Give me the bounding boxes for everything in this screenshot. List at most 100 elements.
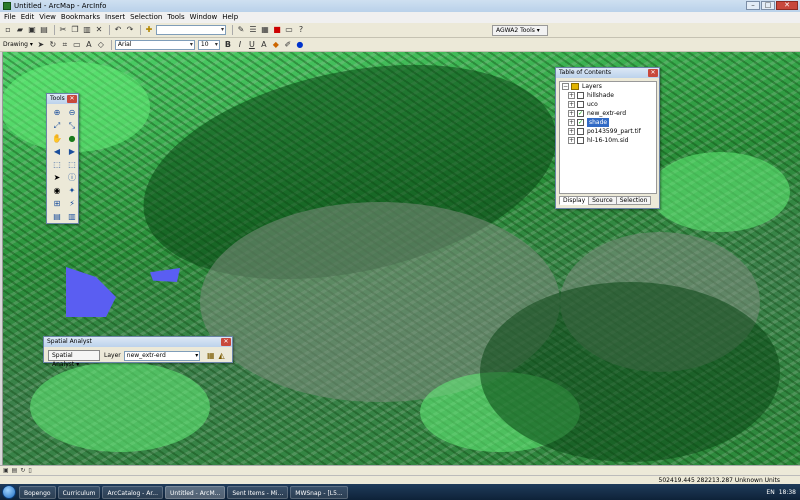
time-slider-icon[interactable]: ▥ [66, 211, 78, 222]
pan-icon[interactable]: ✋ [51, 133, 63, 144]
layer-visibility-checkbox[interactable] [577, 101, 584, 108]
expand-icon[interactable]: + [568, 92, 575, 99]
tab-display[interactable]: Display [559, 196, 590, 205]
toc-layer-row[interactable]: + hl-16-10m.sid [560, 136, 656, 145]
open-folder-icon[interactable]: ▰ [15, 25, 25, 35]
line-color-icon[interactable]: ✐ [283, 40, 293, 50]
tab-source[interactable]: Source [588, 196, 617, 205]
full-extent-icon[interactable]: ● [66, 133, 78, 144]
help-icon[interactable]: ? [296, 25, 306, 35]
copy-icon[interactable]: ❐ [70, 25, 80, 35]
clock[interactable]: 18:38 [779, 489, 796, 496]
start-button[interactable] [2, 485, 16, 499]
tools-close-button[interactable]: ✕ [67, 95, 77, 103]
html-popup-icon[interactable]: ▤ [51, 211, 63, 222]
spatial-analyst-close-button[interactable]: ✕ [221, 338, 231, 346]
paste-icon[interactable]: ▥ [82, 25, 92, 35]
map-display[interactable] [0, 52, 800, 465]
select-features-icon[interactable]: ⬚ [51, 159, 63, 170]
previous-extent-icon[interactable]: ◀ [51, 146, 63, 157]
new-document-icon[interactable]: ▫ [3, 25, 13, 35]
font-name-combo[interactable]: Arial [114, 39, 195, 50]
rectangle-icon[interactable]: ▭ [72, 40, 82, 50]
font-size-combo[interactable]: 10 [197, 39, 220, 50]
arctoolbox-icon[interactable]: ■ [272, 25, 282, 35]
select-elements-icon[interactable]: ➤ [51, 172, 63, 183]
expand-icon[interactable]: + [568, 110, 575, 117]
layer-visibility-checkbox[interactable] [577, 92, 584, 99]
tab-selection[interactable]: Selection [615, 196, 652, 205]
toc-layer-row[interactable]: + hillshade [560, 91, 656, 100]
minimize-button[interactable]: – [746, 1, 760, 10]
marker-color-icon[interactable]: ● [295, 40, 305, 50]
layer-visibility-checkbox[interactable]: ✓ [577, 110, 584, 117]
task-sent-items[interactable]: Sent Items - Mi... [227, 485, 289, 499]
layer-visibility-checkbox[interactable]: ✓ [577, 119, 584, 126]
redo-icon[interactable]: ↷ [125, 25, 135, 35]
toc-root-row[interactable]: − Layers [560, 82, 656, 91]
editor-toolbar-icon[interactable]: ✎ [236, 25, 246, 35]
fixed-zoom-in-icon[interactable]: ⤢ [51, 120, 63, 131]
measure-icon[interactable]: ⊞ [51, 198, 63, 209]
command-line-icon[interactable]: ▭ [284, 25, 294, 35]
menu-selection[interactable]: Selection [130, 12, 162, 23]
task-arccatalog[interactable]: ArcCatalog - Ar... [102, 485, 163, 499]
map-scale-combo[interactable] [156, 25, 226, 35]
language-indicator[interactable]: EN [766, 489, 774, 496]
task-mwsnap[interactable]: MWSnap - [L5... [290, 485, 348, 499]
menu-edit[interactable]: Edit [21, 12, 35, 23]
toc-close-button[interactable]: ✕ [648, 69, 658, 77]
zoom-in-icon[interactable]: ⊕ [51, 107, 63, 118]
layer-select[interactable]: new_extr-erd [123, 350, 201, 361]
select-elements-icon[interactable]: ➤ [36, 40, 46, 50]
spatial-analyst-menu[interactable]: Spatial Analyst ▾ [48, 350, 101, 368]
menu-window[interactable]: Window [190, 12, 218, 23]
create-contour-icon[interactable]: ◭ [217, 351, 226, 361]
add-data-icon[interactable]: ✚ [144, 25, 154, 35]
table-of-contents-icon[interactable]: ☰ [248, 25, 258, 35]
expand-icon[interactable]: + [568, 128, 575, 135]
fixed-zoom-out-icon[interactable]: ⤡ [66, 120, 78, 131]
expand-icon[interactable]: + [568, 137, 575, 144]
agwa2-tools-menu[interactable]: AGWA2 Tools ▾ [492, 25, 548, 36]
task-curriculum[interactable]: Curriculum [57, 485, 101, 499]
menu-file[interactable]: File [4, 12, 16, 23]
menu-bookmarks[interactable]: Bookmarks [61, 12, 100, 23]
save-icon[interactable]: ▣ [27, 25, 37, 35]
maximize-button[interactable]: □ [761, 1, 775, 10]
arccatalog-icon[interactable]: ▦ [260, 25, 270, 35]
layout-view-icon[interactable]: ▤ [12, 467, 18, 474]
edit-vertices-icon[interactable]: ◇ [96, 40, 106, 50]
zoom-to-selected-icon[interactable]: ⌗ [60, 40, 70, 50]
identify-icon[interactable]: ⓘ [66, 172, 78, 183]
italic-button[interactable]: I [235, 40, 245, 50]
data-view-icon[interactable]: ▣ [3, 467, 9, 474]
bold-button[interactable]: B [223, 40, 233, 50]
clear-selection-icon[interactable]: ⬚ [66, 159, 78, 170]
refresh-icon[interactable]: ↻ [20, 467, 25, 474]
delete-icon[interactable]: ✕ [94, 25, 104, 35]
expand-icon[interactable]: + [568, 101, 575, 108]
menu-view[interactable]: View [39, 12, 56, 23]
go-to-xy-icon[interactable]: ✦ [66, 185, 78, 196]
fill-color-icon[interactable]: ◆ [271, 40, 281, 50]
collapse-icon[interactable]: − [562, 83, 569, 90]
toc-layer-row[interactable]: + ✓ new_extr-erd [560, 109, 656, 118]
histogram-icon[interactable]: ▦ [206, 351, 215, 361]
toc-layer-row[interactable]: + ✓ shade [560, 118, 656, 127]
font-color-button[interactable]: A [259, 40, 269, 50]
text-icon[interactable]: A [84, 40, 94, 50]
zoom-out-icon[interactable]: ⊖ [66, 107, 78, 118]
rotate-icon[interactable]: ↻ [48, 40, 58, 50]
underline-button[interactable]: U [247, 40, 257, 50]
task-arcmap[interactable]: Untitled - ArcM... [165, 485, 226, 499]
expand-icon[interactable]: + [568, 119, 575, 126]
undo-icon[interactable]: ↶ [113, 25, 123, 35]
menu-help[interactable]: Help [222, 12, 238, 23]
layer-visibility-checkbox[interactable] [577, 137, 584, 144]
cut-icon[interactable]: ✂ [58, 25, 68, 35]
find-icon[interactable]: ◉ [51, 185, 63, 196]
task-bopengo[interactable]: Bopengo [19, 485, 56, 499]
hyperlink-icon[interactable]: ⚡ [66, 198, 78, 209]
menu-tools[interactable]: Tools [167, 12, 184, 23]
